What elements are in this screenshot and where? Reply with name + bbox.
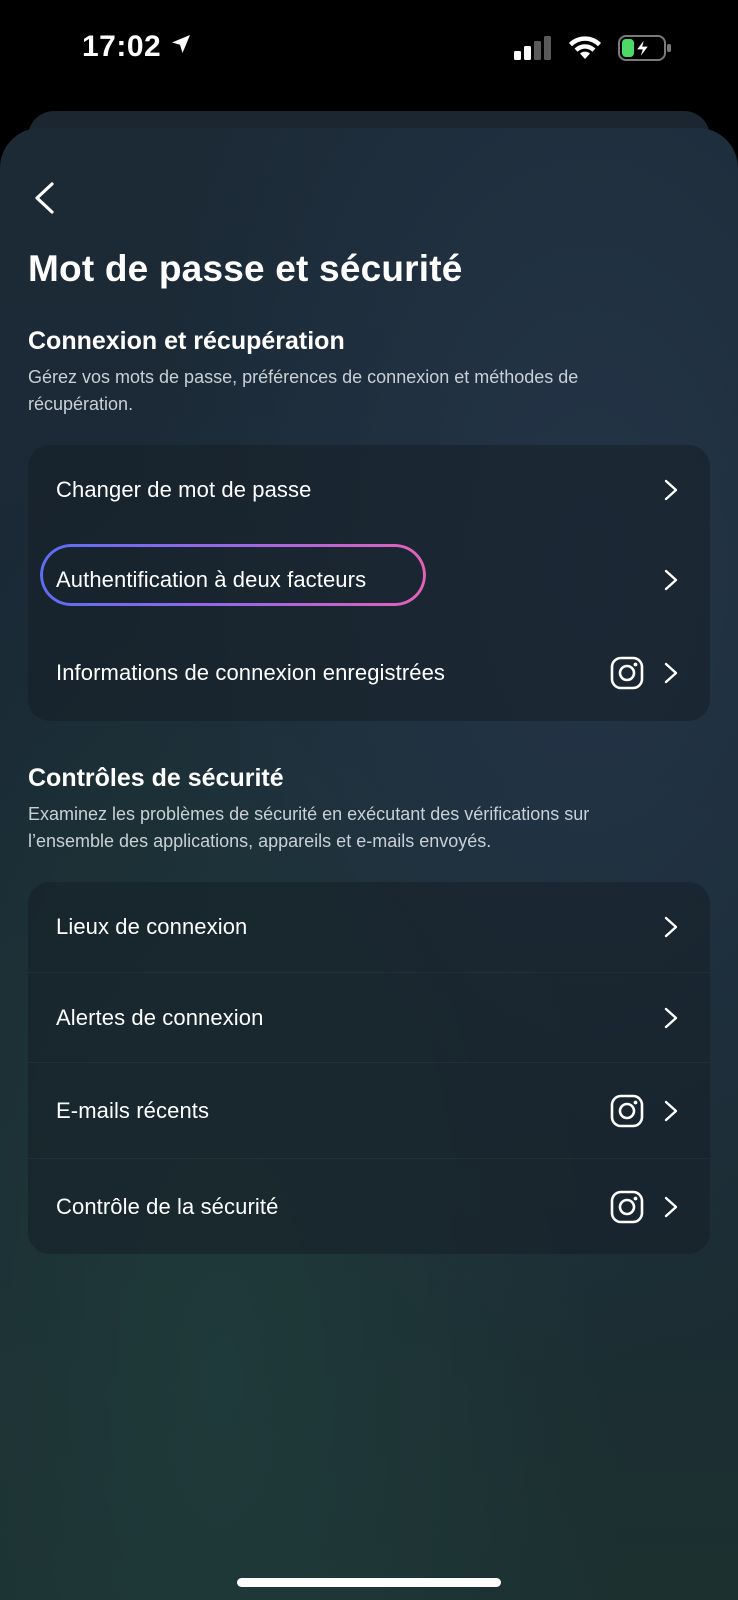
row-login-alerts[interactable]: Alertes de connexion bbox=[28, 972, 710, 1062]
chevron-right-icon bbox=[662, 1195, 680, 1219]
row-recent-emails[interactable]: E-mails récents bbox=[28, 1062, 710, 1158]
security-section-description: Examinez les problèmes de sécurité en ex… bbox=[28, 804, 590, 851]
row-two-factor-auth[interactable]: Authentification à deux facteurs bbox=[28, 535, 710, 625]
instagram-icon bbox=[610, 1190, 644, 1224]
chevron-left-icon bbox=[32, 181, 56, 220]
row-label: Alertes de connexion bbox=[56, 1004, 264, 1030]
row-login-locations[interactable]: Lieux de connexion bbox=[28, 882, 710, 972]
chevron-right-icon bbox=[662, 568, 680, 592]
login-card: Changer de mot de passe Authentification… bbox=[28, 445, 710, 721]
status-bar: 17:02 bbox=[0, 0, 738, 100]
instagram-icon bbox=[610, 656, 644, 690]
row-label: Lieux de connexion bbox=[56, 914, 248, 939]
chevron-right-icon bbox=[662, 478, 680, 502]
security-section-heading: Contrôles de sécurité bbox=[28, 764, 284, 792]
row-label: Informations de connexion enregistrées bbox=[56, 660, 446, 685]
row-trail bbox=[662, 915, 680, 939]
login-section-heading: Connexion et récupération bbox=[28, 327, 345, 355]
row-saved-login-info[interactable]: Informations de connexion enregistrées bbox=[28, 625, 710, 721]
location-arrow-icon bbox=[169, 30, 193, 64]
home-indicator[interactable] bbox=[237, 1578, 501, 1587]
cellular-signal-icon bbox=[514, 36, 552, 65]
row-trail bbox=[610, 1190, 680, 1224]
row-trail bbox=[662, 568, 680, 592]
login-section-description: Gérez vos mots de passe, préférences de … bbox=[28, 367, 579, 414]
row-security-checkup[interactable]: Contrôle de la sécurité bbox=[28, 1158, 710, 1254]
back-button[interactable] bbox=[28, 180, 60, 220]
wifi-icon bbox=[568, 35, 602, 66]
row-label: Authentification à deux facteurs bbox=[56, 567, 367, 592]
page-title: Mot de passe et sécurité bbox=[28, 248, 463, 289]
row-trail bbox=[662, 478, 680, 502]
chevron-right-icon bbox=[662, 1006, 680, 1030]
status-time: 17:02 bbox=[82, 30, 162, 63]
row-label: E-mails récents bbox=[56, 1097, 210, 1123]
row-change-password[interactable]: Changer de mot de passe bbox=[28, 445, 710, 535]
instagram-icon bbox=[610, 1094, 644, 1128]
chevron-right-icon bbox=[662, 1099, 680, 1123]
row-trail bbox=[662, 1006, 680, 1030]
security-card: Lieux de connexion Alertes de connexion … bbox=[28, 882, 710, 1254]
battery-charging-icon bbox=[618, 34, 672, 67]
status-time-group: 17:02 bbox=[82, 30, 193, 64]
row-label: Changer de mot de passe bbox=[56, 477, 312, 502]
screen: 17:02 Mot de passe et sécurité Connexion… bbox=[0, 0, 738, 1600]
row-label: Contrôle de la sécurité bbox=[56, 1193, 279, 1219]
chevron-right-icon bbox=[662, 915, 680, 939]
status-icons bbox=[514, 34, 672, 67]
chevron-right-icon bbox=[662, 661, 680, 685]
row-trail bbox=[610, 656, 680, 690]
row-trail bbox=[610, 1094, 680, 1128]
